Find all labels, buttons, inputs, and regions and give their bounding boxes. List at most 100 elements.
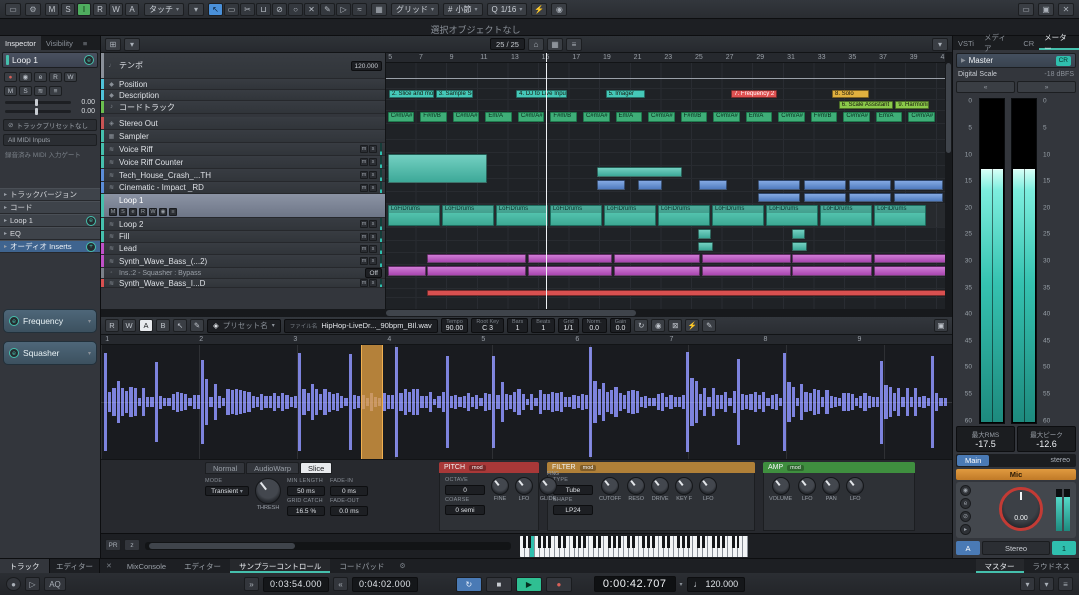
right-tab-メーター[interactable]: メーター	[1039, 36, 1079, 50]
mode-tab-slice[interactable]: Slice	[300, 462, 332, 474]
sel-track-R-button[interactable]: R	[139, 208, 147, 216]
insert-slot-squasher[interactable]: eSquasher▾	[3, 341, 97, 365]
s-mini-button[interactable]: s	[369, 245, 377, 253]
insert-edit-button[interactable]: e	[9, 348, 19, 358]
track-row-3[interactable]: ♪コードトラック	[101, 101, 385, 114]
editor-snap-icon[interactable]: ◉	[651, 319, 665, 332]
coarse-value[interactable]: 0 semi	[445, 505, 485, 515]
m-mini-button[interactable]: m	[360, 257, 368, 265]
play-button[interactable]: ▶	[516, 577, 542, 592]
event-display[interactable]: 2. Slice and mod3. Sample Set4. DJ to Li…	[386, 63, 952, 309]
cycle-marker[interactable]: 3. Sample Set	[436, 90, 473, 98]
volume-slider[interactable]	[5, 101, 71, 104]
slice-field-fadein[interactable]: 0 ms	[330, 486, 368, 496]
global-i-button[interactable]: I	[77, 3, 91, 16]
grid-type-dropdown[interactable]: #小節▾	[443, 3, 482, 16]
audio-clip[interactable]	[894, 193, 943, 202]
thresh-knob[interactable]	[255, 478, 281, 504]
meter-scale-row[interactable]: Digital Scale-18 dBFS	[953, 68, 1079, 79]
record-button[interactable]: ●	[546, 577, 572, 592]
erase-tool[interactable]: ⊘	[272, 3, 287, 16]
inspector-menu-icon[interactable]: ≡	[78, 36, 92, 50]
cr-dim-button[interactable]: ⊘	[960, 511, 971, 522]
global-a-button[interactable]: A	[125, 3, 139, 16]
fine-knob[interactable]	[491, 477, 509, 495]
editor-field-gain[interactable]: Gain0.0	[610, 318, 632, 333]
chord-event[interactable]: C#m/A#	[518, 112, 545, 122]
sel-track-≡-button[interactable]: ≡	[169, 208, 177, 216]
track-row-13[interactable]: ≋Leadms	[101, 243, 385, 255]
audio-clip[interactable]	[427, 290, 949, 296]
lower-zone-tab-コードパッド[interactable]: コードパッド	[330, 559, 393, 573]
chord-event[interactable]: C#m/A#	[908, 112, 935, 122]
insert-edit-button[interactable]: e	[9, 316, 19, 326]
editor-arrow-tool-icon[interactable]: ↖	[173, 319, 187, 332]
auto-scroll-icon[interactable]: ▾	[188, 3, 204, 16]
chord-event[interactable]: Em/A	[876, 112, 903, 122]
track-row-12[interactable]: ≋Fillms	[101, 231, 385, 243]
m-mini-button[interactable]: m	[360, 233, 368, 241]
drive-knob[interactable]	[651, 477, 669, 495]
lower-zone-gear-icon[interactable]: ⚙	[393, 559, 411, 573]
chord-event[interactable]: Em/A	[746, 112, 773, 122]
piano-black-key[interactable]	[717, 536, 720, 548]
track-row-4[interactable]: ◈Stereo Out	[101, 117, 385, 130]
cr-metronome-button[interactable]: ◉	[960, 485, 971, 496]
cycle-marker[interactable]: 2. Slice and mod	[389, 90, 434, 98]
amp-header[interactable]: AMPmod	[763, 462, 915, 473]
max-rms-stat[interactable]: 最大RMS-17.5	[956, 426, 1015, 452]
editor-lock-icon[interactable]: ⊠	[668, 319, 682, 332]
editor-field-grid[interactable]: Grid1/1	[558, 318, 578, 333]
write-automation-button[interactable]: W	[64, 72, 77, 82]
left-zone-tab-トラック[interactable]: トラック	[0, 559, 50, 573]
piano-black-key[interactable]	[548, 536, 551, 548]
record-enable-button[interactable]: ●	[4, 72, 17, 82]
piano-black-key[interactable]	[712, 536, 715, 548]
piano-black-key[interactable]	[677, 536, 680, 548]
vertical-scrollbar[interactable]	[945, 53, 952, 309]
chord-event[interactable]: Em/A	[485, 112, 512, 122]
main-output-button[interactable]: Main	[957, 455, 989, 466]
mute-tool[interactable]: ✕	[304, 3, 319, 16]
glue-tool[interactable]: ⊔	[256, 3, 271, 16]
piano-black-key[interactable]	[722, 536, 725, 548]
piano-key[interactable]	[743, 536, 748, 557]
preset-field[interactable]: ◈プリセット名▾	[207, 319, 281, 333]
m-mini-button[interactable]: m	[360, 158, 368, 166]
audio-clip[interactable]	[792, 242, 807, 251]
track-row-0[interactable]: ♩テンポ120.000	[101, 53, 385, 79]
left-zone-tab-エディター[interactable]: エディター	[50, 559, 100, 573]
audio-clip[interactable]	[427, 254, 525, 263]
piano-black-key[interactable]	[608, 536, 611, 548]
audio-clip-lofidrums[interactable]: LoFiDrums	[604, 205, 656, 226]
glide-knob[interactable]	[539, 477, 557, 495]
piano-black-key[interactable]	[538, 536, 541, 548]
sel-track-e-button[interactable]: e	[129, 208, 137, 216]
audio-clip-lofidrums[interactable]: LoFiDrums	[712, 205, 764, 226]
lower-zone-tab-MixConsole[interactable]: MixConsole	[118, 559, 175, 573]
cr-talk-button[interactable]: ▸	[960, 524, 971, 535]
tab-visibility[interactable]: Visibility	[41, 36, 78, 50]
audio-clip[interactable]	[702, 254, 791, 263]
expand-tracks-icon[interactable]: ⊞	[105, 38, 121, 51]
piano-black-key[interactable]	[618, 536, 621, 548]
cutoff-knob[interactable]	[601, 477, 619, 495]
editor-field-bars[interactable]: Bars1	[507, 318, 528, 333]
object-select-tool[interactable]: ↖	[208, 3, 223, 16]
quantize-apply-icon[interactable]: ⚡	[531, 3, 547, 16]
piano-black-key[interactable]	[667, 536, 670, 548]
pitch-header[interactable]: PITCHmod	[439, 462, 539, 473]
home-icon[interactable]: ⌂	[528, 38, 544, 51]
editor-field-tempo[interactable]: Tempo90.00	[441, 318, 469, 333]
audio-clip[interactable]	[614, 254, 700, 263]
zone-toggle-icon[interactable]: ▾	[932, 38, 948, 51]
audio-clip[interactable]	[874, 254, 950, 263]
audio-clip[interactable]	[597, 167, 682, 177]
s-mini-button[interactable]: s	[369, 220, 377, 228]
slice-field-gridcatch[interactable]: 16.5 %	[287, 506, 325, 516]
sel-track-W-button[interactable]: W	[149, 208, 157, 216]
right-zone-tab-マスター[interactable]: マスター	[976, 559, 1024, 573]
keyf-knob[interactable]	[675, 477, 693, 495]
chord-event[interactable]: C#m/A#	[388, 112, 415, 122]
chord-event[interactable]: C#m/A#	[778, 112, 805, 122]
